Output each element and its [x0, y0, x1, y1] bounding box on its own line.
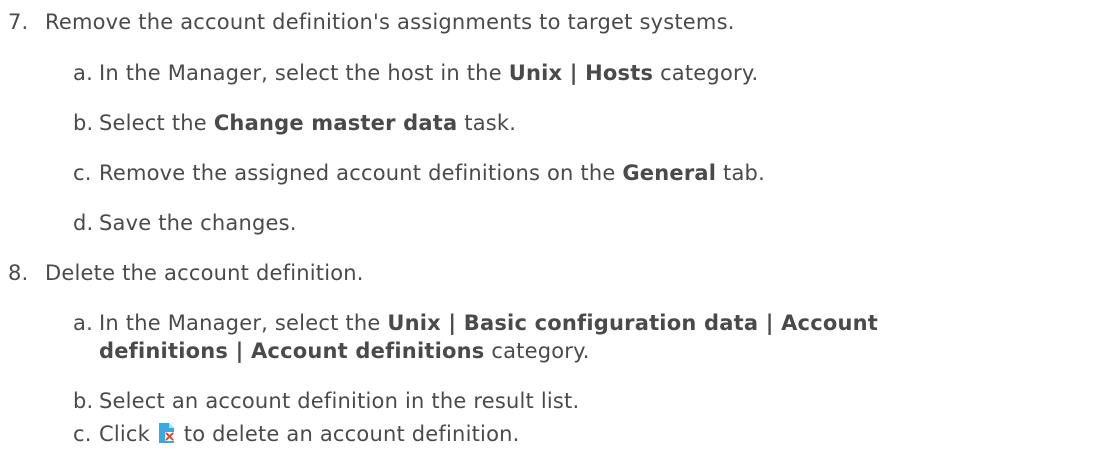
- substep-text-part: In the Manager, select the host in the: [99, 61, 509, 85]
- substep-letter: a.: [73, 311, 93, 335]
- step-text: Remove the account definition's assignme…: [45, 10, 735, 34]
- category-path: Unix | Basic configuration data | Accoun…: [387, 311, 879, 335]
- substep-text: Select an account definition in the resu…: [99, 389, 580, 413]
- step-number: 8.: [8, 261, 29, 285]
- substep-letter: b.: [73, 389, 94, 413]
- delete-account-definition-icon[interactable]: [158, 422, 175, 444]
- substep-text: Remove the assigned account definitions …: [99, 160, 765, 186]
- substep-letter: a.: [73, 61, 93, 85]
- substep-text-part: to delete an account definition.: [176, 422, 520, 446]
- substep-text-part: Remove the assigned account definitions …: [99, 161, 623, 185]
- task-name: Change master data: [213, 111, 458, 135]
- step-number: 7.: [8, 10, 29, 34]
- category-path: definitions | Account definitions: [99, 339, 485, 363]
- substep-text-part: In the Manager, select the: [99, 311, 388, 335]
- substep-text: Select the Change master data task.: [99, 110, 516, 136]
- tab-name: General: [622, 161, 717, 185]
- substep-text-part: Click: [99, 422, 157, 446]
- substep-letter: d.: [73, 211, 94, 235]
- substep-text: definitions | Account definitions catego…: [99, 338, 590, 364]
- substep-text: In the Manager, select the Unix | Basic …: [99, 310, 878, 336]
- substep-letter: b.: [73, 111, 94, 135]
- substep-letter: c.: [73, 161, 92, 185]
- substep-text: Save the changes.: [99, 211, 297, 235]
- document-page: 7. Remove the account definition's assig…: [0, 0, 1112, 454]
- substep-text: In the Manager, select the host in the U…: [99, 60, 758, 86]
- substep-text-part: category.: [484, 339, 590, 363]
- step-text: Delete the account definition.: [45, 261, 364, 285]
- substep-text-part: Select the: [99, 111, 214, 135]
- substep-text-part: task.: [457, 111, 517, 135]
- substep-text-part: tab.: [716, 161, 765, 185]
- substep-text-part: category.: [653, 61, 759, 85]
- category-name: Unix | Hosts: [508, 61, 654, 85]
- substep-letter: c.: [73, 422, 92, 446]
- substep-text: Click to delete an account definition.: [99, 421, 520, 447]
